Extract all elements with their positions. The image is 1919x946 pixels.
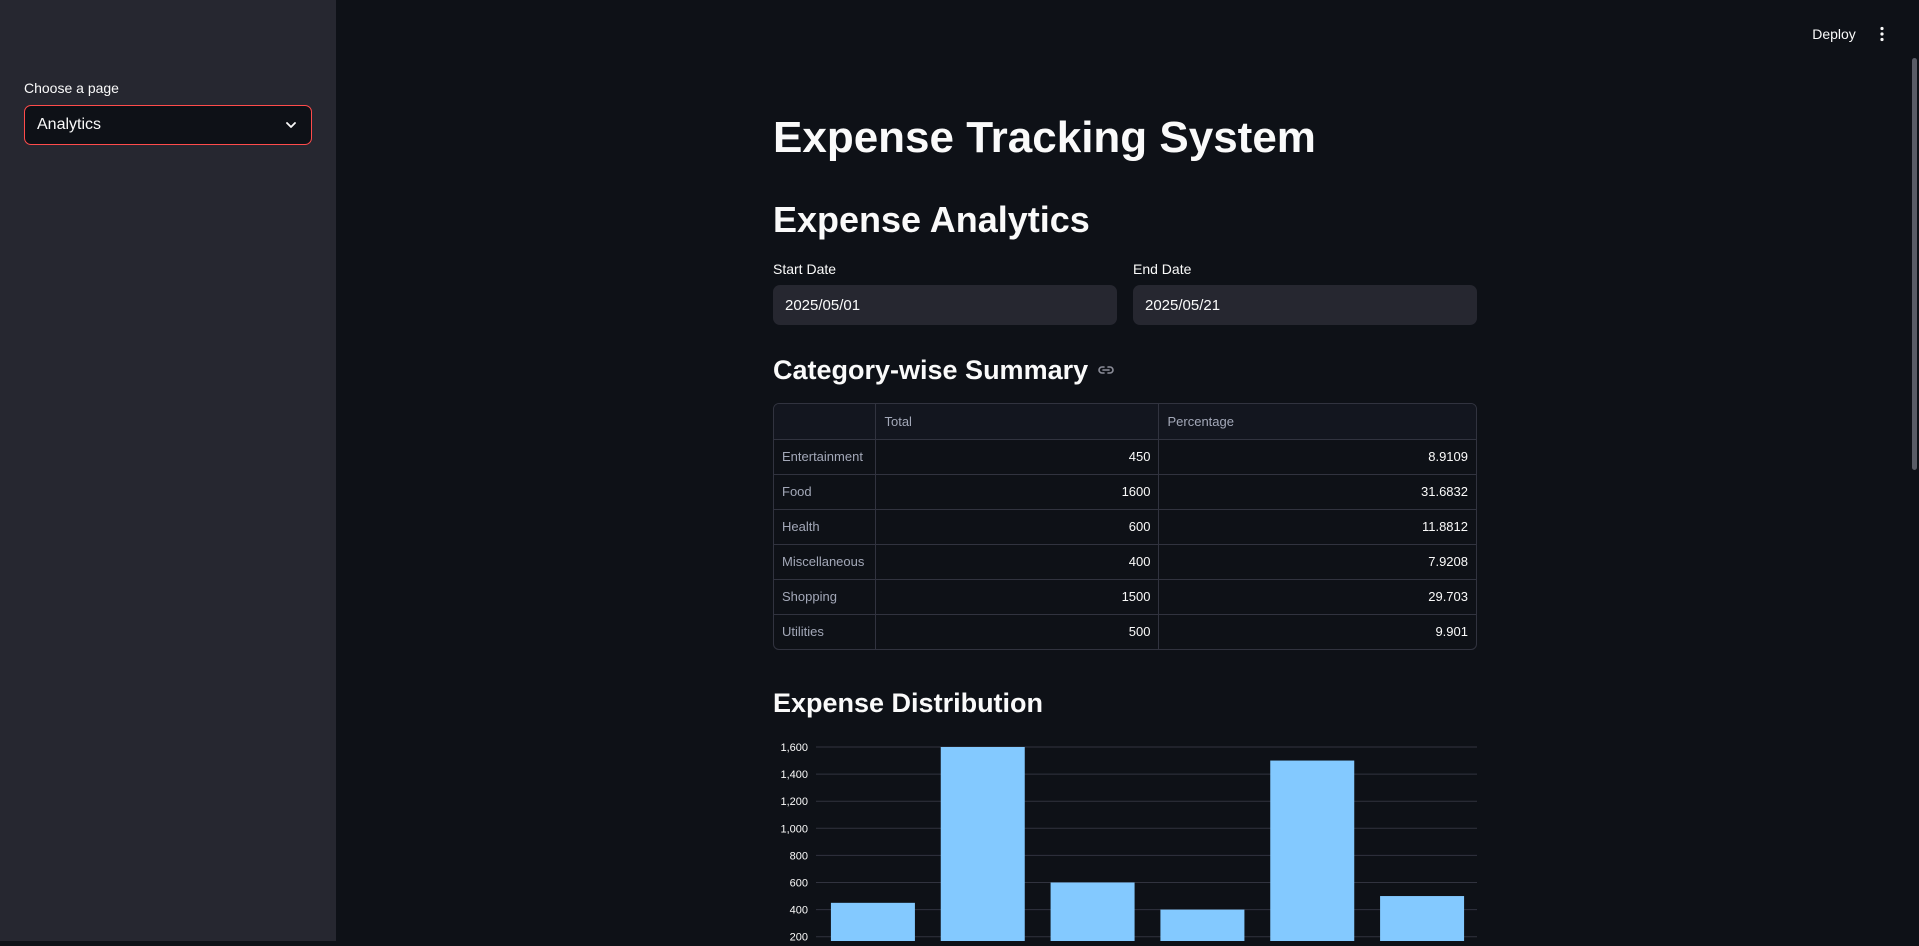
summary-table[interactable]: Total Percentage Entertainment 450 8.910…: [773, 403, 1477, 650]
table-cell-category: Shopping: [774, 579, 877, 615]
chevron-down-icon: [286, 122, 296, 128]
table-row: Shopping 1500 29.703: [774, 579, 1476, 615]
table-cell-total: 500: [875, 614, 1160, 649]
y-tick-label: 200: [790, 932, 808, 941]
bar-food[interactable]: [940, 747, 1025, 943]
table-header-percentage[interactable]: Percentage: [1158, 404, 1476, 440]
table-cell-percentage: 29.703: [1158, 579, 1476, 615]
table-row: Health 600 11.8812: [774, 509, 1476, 545]
bar-chart-svg: 1,600 1,400 1,200 1,000 800 600 400 200: [780, 742, 1477, 944]
y-tick-label: 1,200: [780, 796, 808, 808]
start-date-input[interactable]: [773, 285, 1117, 325]
table-cell-category: Food: [774, 474, 877, 510]
table-cell-percentage: 7.9208: [1158, 544, 1476, 580]
table-row: Food 1600 31.6832: [774, 474, 1476, 510]
table-cell-percentage: 11.8812: [1158, 509, 1476, 545]
table-cell-category: Miscellaneous: [774, 544, 877, 580]
table-header-row: Total Percentage: [774, 404, 1476, 440]
summary-title: Category-wise Summary: [773, 352, 1116, 388]
table-cell-category: Health: [774, 509, 877, 545]
section-title: Expense Analytics: [773, 199, 1090, 240]
page-title: Expense Tracking System: [773, 113, 1316, 162]
table-row: Miscellaneous 400 7.9208: [774, 544, 1476, 580]
bar-health[interactable]: [1050, 882, 1135, 943]
summary-title-text: Category-wise Summary: [773, 355, 1089, 385]
table-cell-total: 450: [875, 439, 1160, 475]
sidebar: Choose a page Analytics: [0, 0, 336, 941]
y-tick-label: 1,000: [780, 823, 808, 835]
bar-shopping[interactable]: [1270, 760, 1355, 943]
table-cell-total: 400: [875, 544, 1160, 580]
table-header-total[interactable]: Total: [875, 404, 1160, 440]
bar-entertainment[interactable]: [830, 902, 915, 943]
table-cell-percentage: 8.9109: [1158, 439, 1476, 475]
table-cell-category: Utilities: [774, 614, 877, 649]
bar-utilities[interactable]: [1380, 896, 1465, 943]
scrollbar[interactable]: [1912, 58, 1917, 470]
page-select[interactable]: Analytics: [24, 105, 312, 145]
start-date-label: Start Date: [773, 261, 837, 277]
more-vertical-icon: [1880, 26, 1884, 42]
table-header-index: [774, 404, 877, 440]
table-row: Entertainment 450 8.9109: [774, 439, 1476, 475]
page-select-value: Analytics: [37, 116, 102, 133]
y-tick-label: 600: [790, 878, 808, 890]
table-cell-total: 1600: [875, 474, 1160, 510]
y-tick-label: 800: [790, 850, 808, 862]
table-cell-total: 1500: [875, 579, 1160, 615]
table-cell-category: Entertainment: [774, 439, 877, 475]
y-tick-label: 1,400: [780, 769, 808, 781]
distribution-title: Expense Distribution: [773, 688, 1044, 718]
table-cell-percentage: 9.901: [1435, 624, 1468, 640]
page-select-label: Choose a page: [24, 80, 119, 96]
y-tick-label: 400: [790, 905, 808, 917]
end-date-input[interactable]: [1133, 285, 1477, 325]
y-tick-label: 1,600: [780, 742, 808, 754]
table-cell-percentage: 31.6832: [1158, 474, 1476, 510]
table-row: Utilities 500 9.901: [774, 614, 1476, 649]
table-cell-total: 600: [875, 509, 1160, 545]
main-menu-button[interactable]: [1870, 20, 1894, 48]
bar-miscellaneous[interactable]: [1160, 909, 1245, 943]
link-icon[interactable]: [1096, 360, 1116, 380]
end-date-label: End Date: [1133, 261, 1192, 277]
expense-distribution-chart[interactable]: 1,600 1,400 1,200 1,000 800 600 400 200: [773, 735, 1477, 944]
deploy-button[interactable]: Deploy: [1800, 20, 1868, 48]
